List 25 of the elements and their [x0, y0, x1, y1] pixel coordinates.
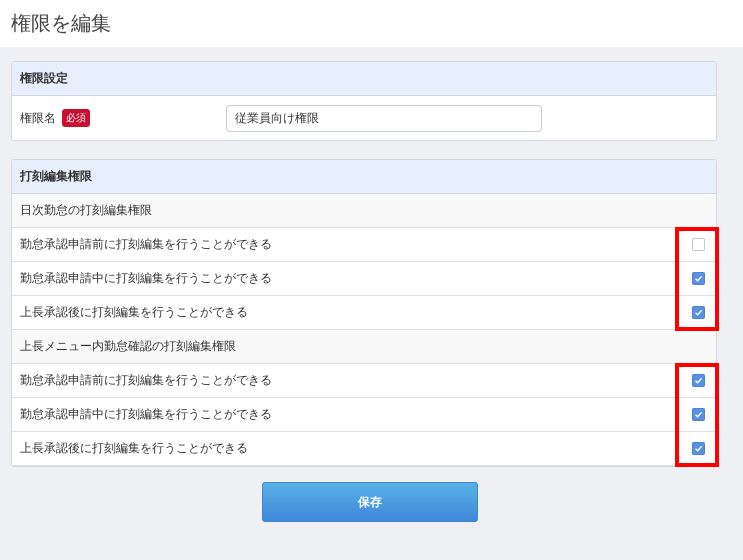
panel-title: 権限設定 [20, 70, 68, 87]
checkbox[interactable] [692, 408, 705, 421]
name-field[interactable]: 従業員向け権限 [226, 104, 542, 132]
required-badge: 必須 [62, 109, 90, 127]
checkbox[interactable] [692, 238, 705, 251]
group-title: 日次勤怠の打刻編集権限 [20, 202, 152, 219]
permission-label: 勤怠承認申請中に打刻編集を行うことができる [20, 270, 272, 287]
checkbox[interactable] [692, 306, 705, 319]
field-label: 権限名 [20, 110, 56, 126]
checkmark-icon [693, 307, 704, 318]
permission-label: 上長承認後に打刻編集を行うことができる [20, 440, 248, 457]
checkbox[interactable] [692, 272, 705, 285]
permission-label: 勤怠承認申請前に打刻編集を行うことができる [20, 372, 272, 389]
checkmark-icon [693, 375, 704, 386]
checkbox[interactable] [692, 442, 705, 455]
panel-title: 打刻編集権限 [20, 168, 92, 185]
permission-label: 勤怠承認申請中に打刻編集を行うことができる [20, 406, 272, 423]
checkmark-icon [693, 273, 704, 284]
group-title: 上長メニュー内勤怠確認の打刻編集権限 [20, 338, 236, 355]
permission-label: 勤怠承認申請前に打刻編集を行うことができる [20, 236, 272, 253]
page-title: 権限を編集 [11, 10, 111, 37]
checkmark-icon [693, 443, 704, 454]
checkmark-icon [693, 409, 704, 420]
permission-label: 上長承認後に打刻編集を行うことができる [20, 304, 248, 321]
checkbox[interactable] [692, 374, 705, 387]
